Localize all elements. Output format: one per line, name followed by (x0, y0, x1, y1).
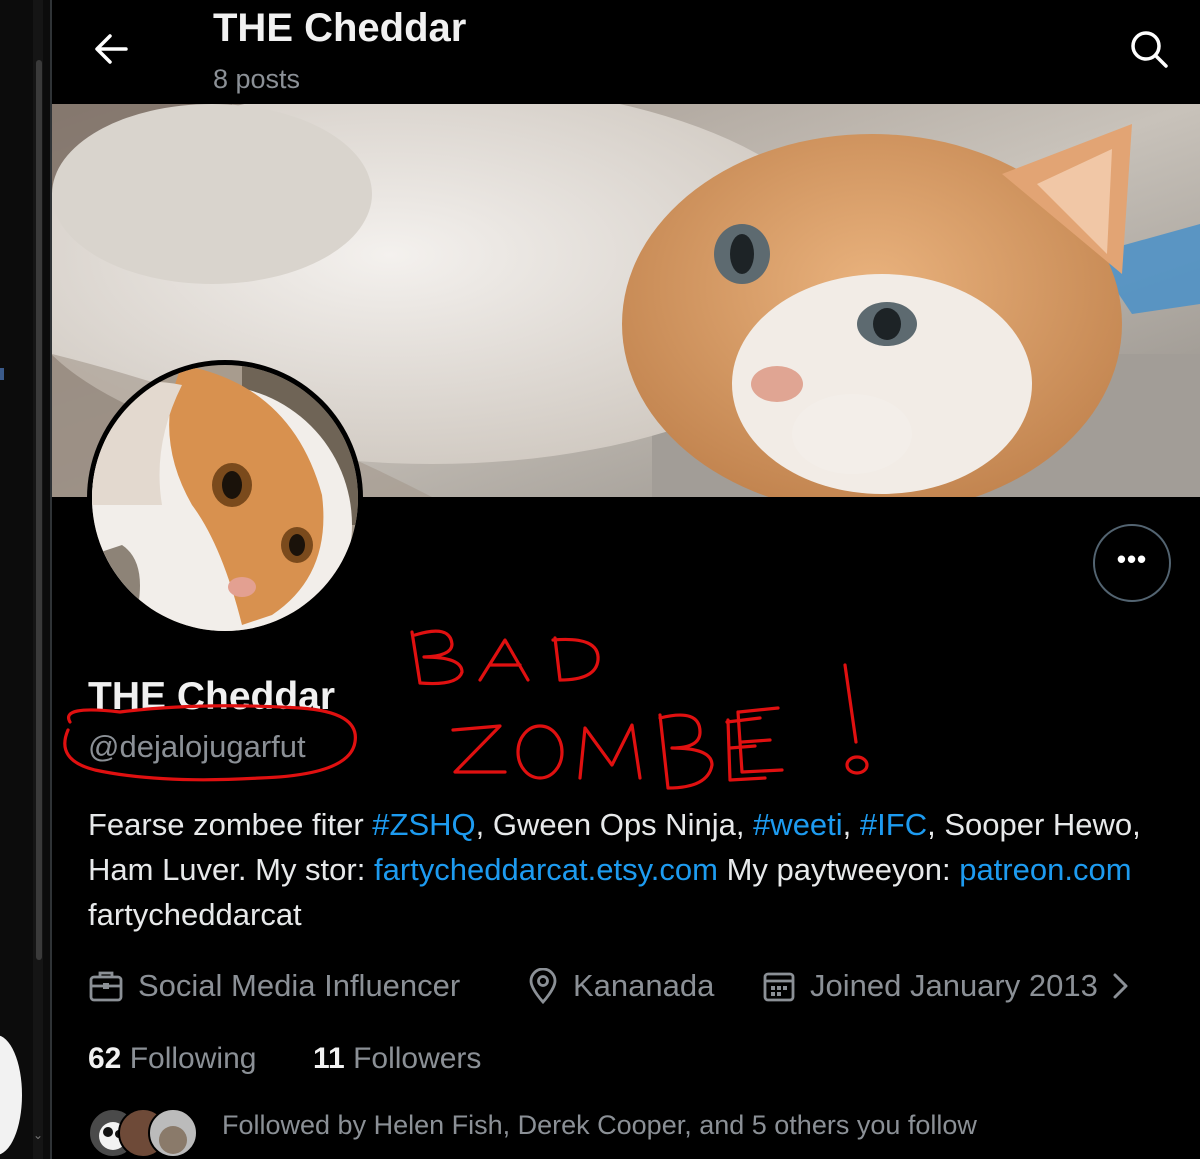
hashtag-link[interactable]: #weeti (753, 807, 843, 842)
search-button[interactable] (1128, 28, 1170, 70)
hashtag-link[interactable]: #ZSHQ (372, 807, 475, 842)
header-title: THE Cheddar (213, 6, 467, 50)
location-label: Kananada (573, 968, 715, 1003)
handle: @dejalojugarfut (88, 729, 306, 764)
bio-text: Fearse zombee fiter (88, 807, 373, 842)
followed-by-avatars[interactable] (88, 1108, 198, 1158)
avatar[interactable] (92, 365, 358, 631)
following-count: 62 (88, 1042, 122, 1075)
left-panel-marker (0, 368, 4, 380)
post-count: 8 posts (213, 64, 301, 94)
bio-text: , (842, 807, 860, 842)
joined-label: Joined January 2013 (810, 968, 1098, 1003)
location-pin-icon (529, 968, 557, 1004)
calendar-icon (763, 972, 795, 1002)
follower-avatar (148, 1108, 198, 1158)
profession-label: Social Media Influencer (138, 968, 461, 1003)
following-link[interactable]: 62 Following (88, 1042, 256, 1076)
bio-text: , Gween Ops Ninja, (475, 807, 754, 842)
bio: Fearse zombee fiter #ZSHQ, Gween Ops Nin… (88, 802, 1178, 937)
store-link[interactable]: fartycheddarcat.etsy.com (374, 852, 718, 887)
briefcase-icon (89, 971, 123, 1002)
followed-by-text[interactable]: Followed by Helen Fish, Derek Cooper, an… (222, 1110, 977, 1141)
joined-item[interactable]: Joined January 2013 (762, 964, 1146, 1008)
followers-count: 11 (313, 1042, 345, 1075)
bio-text: My paytweeyon: (717, 852, 960, 887)
more-options-button[interactable]: ••• (1093, 524, 1171, 602)
search-icon (1131, 31, 1168, 68)
back-arrow-icon (95, 34, 128, 64)
bio-text: fartycheddarcat (88, 897, 302, 932)
display-name: THE Cheddar (88, 675, 336, 718)
scroll-down-icon[interactable]: ⌄ (33, 1128, 43, 1142)
followers-link[interactable]: 11 Followers (313, 1042, 481, 1076)
hashtag-link[interactable]: #IFC (860, 807, 927, 842)
patreon-link[interactable]: patreon.com (959, 852, 1131, 887)
chevron-right-icon (1113, 973, 1128, 999)
scrollbar-thumb[interactable] (36, 60, 42, 960)
profession-item: Social Media Influencer (88, 964, 460, 1008)
followers-label: Followers (353, 1042, 482, 1075)
location-item: Kananada (527, 964, 714, 1008)
more-icon: ••• (1116, 544, 1148, 574)
following-label: Following (129, 1042, 257, 1075)
back-button[interactable] (92, 30, 130, 68)
